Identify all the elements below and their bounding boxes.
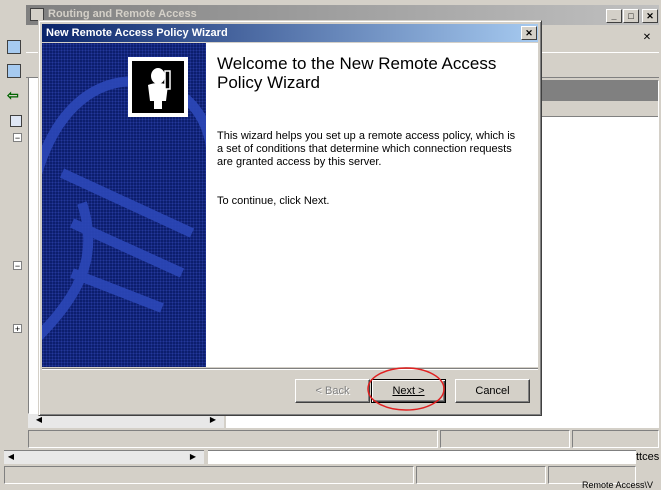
scroll-left-icon[interactable]: ◀ [4,451,18,463]
annotation-circle [367,367,445,411]
wizard-continue-text: To continue, click Next. [217,195,330,207]
wizard-title: New Remote Access Policy Wizard [46,27,228,39]
inner-tree-strip [28,78,38,412]
menu-close-icon[interactable]: ✕ [638,30,656,46]
outer-left-toolbar: ⇦ − − + [0,0,24,489]
close-icon[interactable]: ✕ [642,9,658,23]
computer-icon[interactable] [7,40,21,54]
wizard-person-icon [128,57,188,117]
tree-node-icon [10,115,22,127]
background-window-title: Routing and Remote Access [48,8,197,20]
wizard-side-banner [42,43,206,367]
minimize-icon[interactable]: _ [606,9,622,23]
close-icon[interactable]: ✕ [521,26,537,40]
outer-status-section-2 [416,466,546,484]
tree-expand-icon[interactable]: + [13,324,22,334]
cancel-button[interactable]: Cancel [455,379,530,403]
wizard-dialog: New Remote Access Policy Wizard ✕ Welcom… [38,20,542,416]
wizard-content: Welcome to the New Remote Access Policy … [42,43,538,367]
tree-hscrollbar[interactable] [28,414,224,428]
wizard-description: This wizard helps you set up a remote ac… [217,130,516,168]
wizard-separator [42,368,538,370]
status-section-1 [28,430,438,448]
partial-text-1: ttces [636,451,660,463]
outer-hscrollbar[interactable] [4,450,204,464]
wizard-heading: Welcome to the New Remote Access Policy … [217,54,497,92]
maximize-icon[interactable]: □ [623,9,639,23]
outer-status-bar [4,466,636,484]
outer-status-section-1 [4,466,414,484]
status-section-2 [440,430,570,448]
inner-status-bar [28,430,659,448]
outer-details-strip [208,450,636,464]
computer-icon[interactable] [7,64,21,78]
scroll-right-icon[interactable]: ▶ [186,451,200,463]
tree-collapse-icon[interactable]: − [13,133,22,143]
back-button[interactable]: < Back [295,379,370,403]
back-arrow-icon[interactable]: ⇦ [7,88,23,102]
tree-collapse-icon[interactable]: − [13,261,22,271]
wizard-title-bar: New Remote Access Policy Wizard [42,24,538,42]
details-hscrollbar[interactable] [226,414,659,428]
status-section-3 [572,430,659,448]
